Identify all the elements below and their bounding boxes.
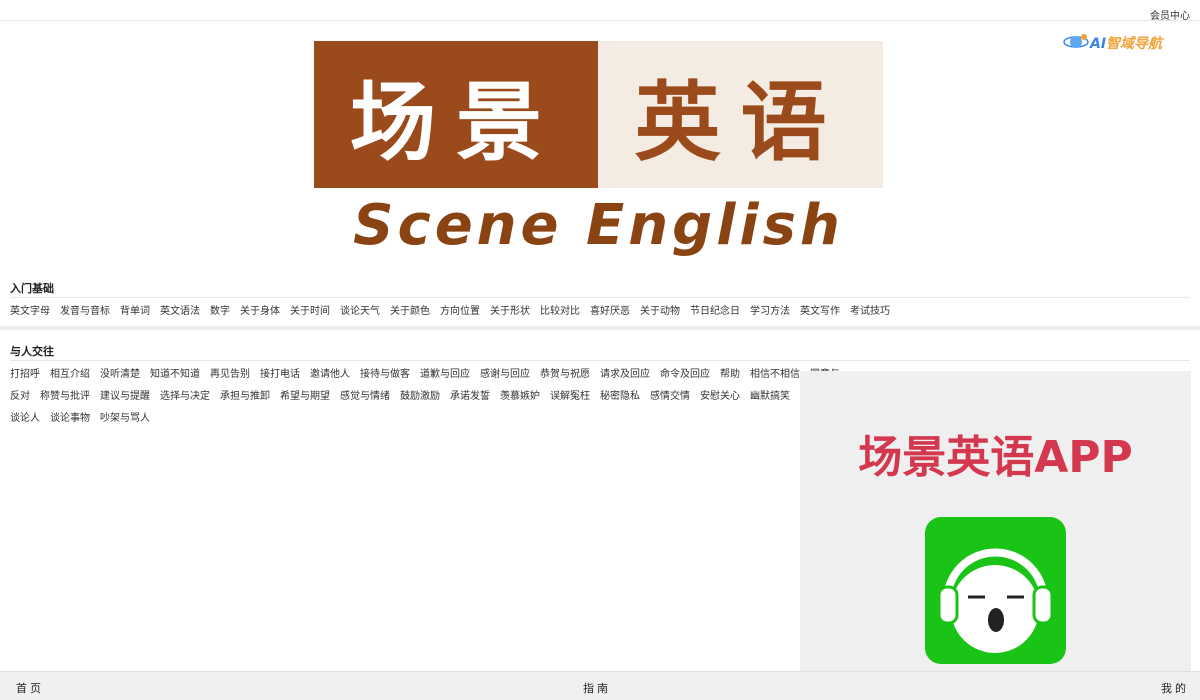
headphones-face-svg — [937, 548, 1054, 653]
topic-link[interactable]: 恭贺与祝愿 — [540, 369, 590, 380]
nav-home[interactable]: 首页 — [16, 680, 44, 696]
social-link-row: 反对 称赞与批评 建议与提醒 选择与决定 承担与推卸 希望与期望 感觉与情绪 鼓励激励 承诺发誓… — [10, 386, 850, 408]
topic-link[interactable]: 谈论事物 — [50, 413, 90, 424]
topic-link[interactable]: 感觉与情绪 — [340, 391, 390, 402]
topic-link[interactable]: 羡慕嫉妒 — [500, 391, 540, 402]
topic-link[interactable]: 知道不知道 — [150, 369, 200, 380]
topic-link[interactable]: 再见告别 — [210, 369, 250, 380]
topic-link[interactable]: 感情交情 — [650, 391, 690, 402]
topic-link[interactable]: 关于颜色 — [390, 306, 430, 317]
site-logo: 场景 英语 Scene English — [314, 41, 883, 261]
topic-link[interactable]: 喜好厌恶 — [590, 306, 630, 317]
topic-link[interactable]: 接待与做客 — [360, 369, 410, 380]
topic-link[interactable]: 背单词 — [120, 306, 150, 317]
social-link-row: 打招呼 相互介绍 没听清楚 知道不知道 再见告别 接打电话 邀请他人 接待与做客 道歉与回应 感谢… — [10, 364, 850, 386]
topic-link[interactable]: 考试技巧 — [850, 306, 890, 317]
logo-cn-left: 场景 — [350, 72, 562, 173]
topic-link[interactable]: 谈论天气 — [340, 306, 380, 317]
logo-cn-right: 英语 — [634, 72, 847, 173]
topic-link[interactable]: 邀请他人 — [310, 369, 350, 380]
section-divider — [10, 360, 1190, 361]
topic-link[interactable]: 英文写作 — [800, 306, 840, 317]
topic-link[interactable]: 学习方法 — [750, 306, 790, 317]
logo-en-text: Scene English — [353, 192, 844, 258]
topic-link[interactable]: 关于时间 — [290, 306, 330, 317]
topic-link[interactable]: 相互介绍 — [50, 369, 90, 380]
topic-link[interactable]: 关于形状 — [490, 306, 530, 317]
topic-link[interactable]: 感谢与回应 — [480, 369, 530, 380]
globe-icon — [1063, 34, 1089, 48]
topic-link[interactable]: 没听清楚 — [100, 369, 140, 380]
topic-link[interactable]: 数字 — [210, 306, 230, 317]
topic-link[interactable]: 打招呼 — [10, 369, 40, 380]
topic-link[interactable]: 安慰关心 — [700, 391, 740, 402]
topic-link[interactable]: 方向位置 — [440, 306, 480, 317]
topic-link[interactable]: 道歉与回应 — [420, 369, 470, 380]
topic-link[interactable]: 比较对比 — [540, 306, 580, 317]
section-title-social: 与人交往 — [10, 345, 54, 358]
member-center-link[interactable]: 会员中心 — [1150, 7, 1190, 22]
nav-guide[interactable]: 指南 — [583, 680, 611, 696]
topic-link[interactable]: 吵架与骂人 — [100, 413, 150, 424]
topic-link[interactable]: 反对 — [10, 391, 30, 402]
bottom-nav: 首页 指南 我的 — [0, 671, 1200, 700]
ai-badge-text: AI智域导航 — [1090, 36, 1163, 52]
topic-link[interactable]: 幽默搞笑 — [750, 391, 790, 402]
social-link-row: 谈论人 谈论事物 吵架与骂人 — [10, 408, 160, 430]
topic-link[interactable]: 谈论人 — [10, 413, 40, 424]
topic-link[interactable]: 接打电话 — [260, 369, 300, 380]
topic-link[interactable]: 英文字母 — [10, 306, 50, 317]
topic-link[interactable]: 发音与音标 — [60, 306, 110, 317]
app-promo-panel[interactable]: 场景英语APP — [800, 371, 1191, 671]
topic-link[interactable]: 称赞与批评 — [40, 391, 90, 402]
topic-link[interactable]: 建议与提醒 — [100, 391, 150, 402]
topic-link[interactable]: 误解冤枉 — [550, 391, 590, 402]
section-divider — [10, 297, 1190, 298]
topic-link[interactable]: 节日纪念日 — [690, 306, 740, 317]
topic-link[interactable]: 帮助 — [720, 369, 740, 380]
ai-nav-badge[interactable]: AI智域导航 — [1061, 30, 1181, 54]
topic-link[interactable]: 请求及回应 — [600, 369, 650, 380]
section-title-basics: 入门基础 — [10, 282, 54, 295]
topic-link[interactable]: 承诺发誓 — [450, 391, 490, 402]
basics-link-list: 英文字母 发音与音标 背单词 英文语法 数字 关于身体 关于时间 谈论天气 关于颜色 方向位置 关于… — [10, 301, 900, 323]
app-promo-title: 场景英语APP — [858, 432, 1133, 483]
topic-link[interactable]: 命令及回应 — [660, 369, 710, 380]
topic-link[interactable]: 关于动物 — [640, 306, 680, 317]
top-bar: 会员中心 — [0, 0, 1200, 22]
topic-link[interactable]: 鼓励激励 — [400, 391, 440, 402]
topic-link[interactable]: 选择与决定 — [160, 391, 210, 402]
topic-link[interactable]: 英文语法 — [160, 306, 200, 317]
topic-link[interactable]: 秘密隐私 — [600, 391, 640, 402]
section-separator — [0, 326, 1200, 330]
headphones-face-icon[interactable] — [925, 517, 1066, 664]
topic-link[interactable]: 希望与期望 — [280, 391, 330, 402]
topic-link[interactable]: 承担与推卸 — [220, 391, 270, 402]
topic-link[interactable]: 关于身体 — [240, 306, 280, 317]
nav-mine[interactable]: 我的 — [1161, 680, 1189, 696]
topic-link[interactable]: 相信不相信 — [750, 369, 800, 380]
